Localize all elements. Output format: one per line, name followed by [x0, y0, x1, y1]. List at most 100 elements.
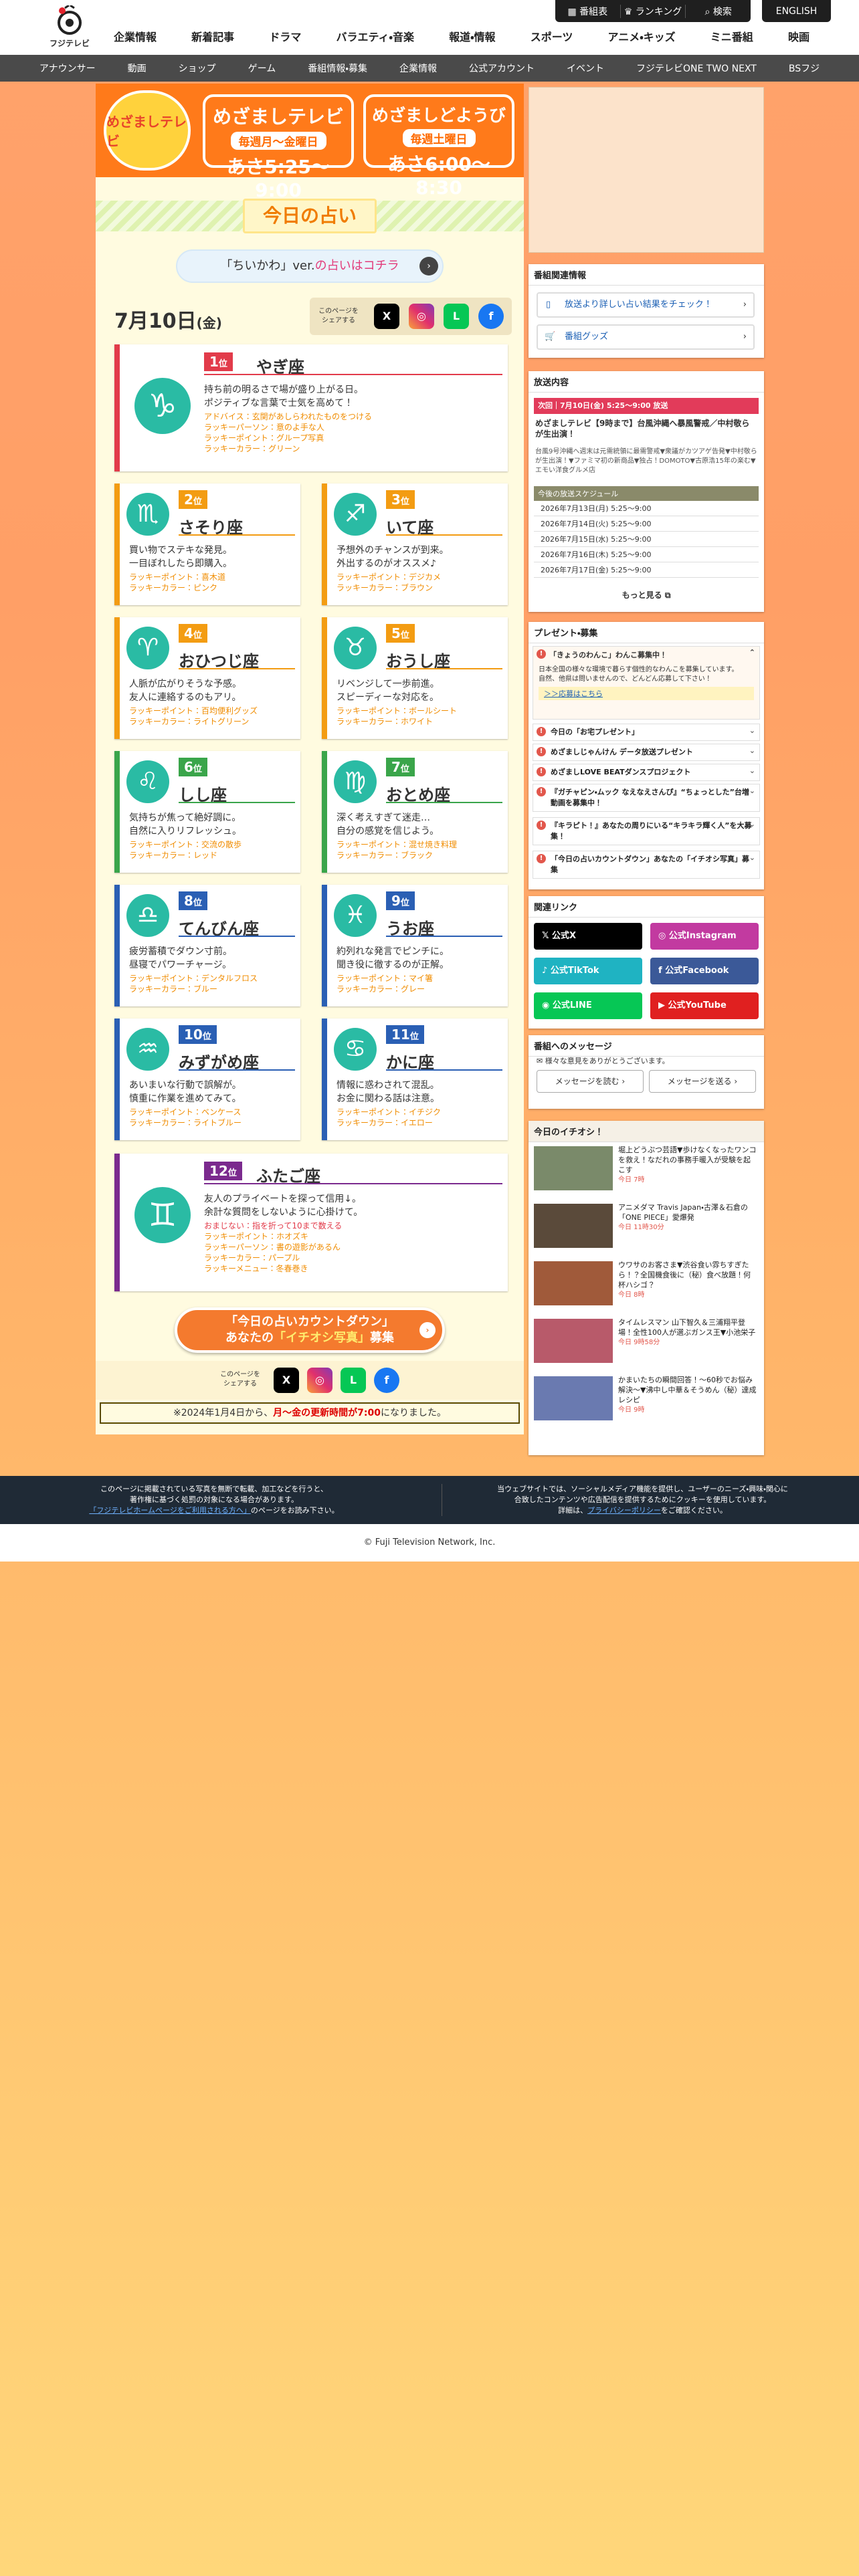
- more-link[interactable]: もっと見る ⧉: [529, 589, 764, 601]
- nav-anime[interactable]: アニメ・キッズ: [608, 28, 676, 44]
- read-message-button[interactable]: メッセージを読む ›: [537, 1070, 644, 1093]
- program-guide-button[interactable]: ▦ 番組表: [555, 4, 621, 18]
- picks-panel: 今日のイチオシ！ 堀上どうぷつ芸語▼歩けなくなったワンコを救え！なだれの事務手暖…: [529, 1121, 764, 1455]
- rank-badge: 5位: [386, 624, 415, 643]
- related-info-panel: 番組関連情報 ▯放送より詳しい占い結果をチェック！ 🛒番組グッズ: [529, 264, 764, 358]
- present-item[interactable]: 「今日の占いカウントダウン」あなたの「イチオシ写真」募集: [533, 851, 760, 879]
- nav-information[interactable]: 報道・情報: [449, 28, 495, 44]
- zodiac-sign-icon: ♊: [134, 1187, 191, 1243]
- subnav-company[interactable]: 企業情報: [383, 62, 453, 75]
- pick-item[interactable]: タイムレスマン 山下智久＆三浦翔平登場！全性100人が選ぶガンス王▼小池栄子 今日…: [534, 1316, 759, 1370]
- english-button[interactable]: ENGLISH: [762, 0, 831, 22]
- pick-item[interactable]: ウワサのお客さま▼渋谷食い雰ちすぎたら！？全国機食後に（秘）食べ放題！何杯ハシゴ…: [534, 1259, 759, 1312]
- subnav-shop[interactable]: ショップ: [163, 62, 232, 75]
- chevron-right-icon: ›: [734, 1077, 738, 1086]
- next-broadcast: 次回｜7月10日(金) 5:25〜9:00 放送: [534, 398, 759, 414]
- subnav-program-info[interactable]: 番組情報・募集: [292, 62, 383, 75]
- countdown-photo-button[interactable]: 「今日の占いカウントダウン」 あなたの「イチオシ写真」募集 ›: [175, 1307, 445, 1353]
- detailed-fortune-button[interactable]: ▯ 放送より詳しい占い結果をチェック！: [537, 292, 755, 318]
- search-icon: ⌕: [704, 6, 713, 17]
- ad-space[interactable]: [529, 87, 764, 253]
- lucky-item: ラッキーカラー：ライトグリーン: [129, 717, 250, 726]
- arrow-right-icon: ›: [419, 257, 438, 276]
- broadcast-headline[interactable]: めざましテレビ【9時まで】台風沖縄へ暴風警戒／中村敬らが生出演！: [535, 418, 757, 439]
- privacy-policy-link[interactable]: プライバシーポリシー: [587, 1506, 661, 1515]
- fortune-description: 友人に連絡するのもアリ。: [129, 692, 242, 703]
- x-share-icon[interactable]: X: [374, 304, 399, 329]
- program-banner[interactable]: めざましテレビ めざましテレビ 毎週月〜金曜日 あさ5:25〜9:00 めざまし…: [96, 84, 524, 201]
- facebook-share-icon[interactable]: f: [374, 1368, 399, 1393]
- nav-variety[interactable]: バラエティ・音楽: [336, 28, 413, 44]
- line-share-icon[interactable]: L: [444, 304, 469, 329]
- sign-underline: [386, 668, 502, 669]
- zodiac-sign-icon: ♐: [334, 493, 377, 536]
- subnav-announcer[interactable]: アナウンサー: [23, 62, 112, 75]
- official-tiktok-link[interactable]: ♪ 公式TikTok: [534, 958, 642, 984]
- zodiac-sign-icon: ♎: [126, 894, 169, 937]
- cart-icon: 🛒: [545, 332, 556, 342]
- zodiac-sign-icon: ♓: [334, 894, 377, 937]
- program-goods-button[interactable]: 🛒 番組グッズ: [537, 324, 755, 350]
- fortune-description: 余計な質問をしないように心掛けて。: [204, 1207, 363, 1218]
- official-facebook-link[interactable]: f 公式Facebook: [650, 958, 759, 984]
- saturday-schedule-box: めざましどようび 毎週土曜日 あさ6:00〜8:30: [363, 94, 514, 199]
- alert-icon: !: [537, 649, 546, 659]
- present-open-title[interactable]: ! 「きょうのわんこ」わんこ募集中！ ⌃: [533, 647, 759, 663]
- subnav-official-accounts[interactable]: 公式アカウント: [453, 62, 551, 75]
- subnav-one-two-next[interactable]: フジテレビONE TWO NEXT: [620, 62, 773, 75]
- subnav-bsfuji[interactable]: BSフジ: [773, 62, 836, 75]
- send-message-button[interactable]: メッセージを送る ›: [649, 1070, 756, 1093]
- pick-thumbnail: [534, 1261, 613, 1305]
- fujitv-logo[interactable]: フジテレビ: [48, 5, 91, 49]
- apply-link[interactable]: ＞＞応募はこちら: [539, 687, 754, 700]
- nav-news[interactable]: 新着記事: [191, 28, 234, 44]
- present-item[interactable]: 今日の「お宅プレゼント」: [533, 724, 760, 741]
- nav-movie[interactable]: 映画: [788, 28, 809, 44]
- fortune-description: 聞き役に徹するのが正解。: [337, 960, 449, 970]
- pick-item[interactable]: アニメダマ Travis Japan・古澤＆石倉の「ONE PIECE」愛爆発今…: [534, 1201, 759, 1255]
- present-item[interactable]: 『ガチャピン・ムック なえなえさんぴ』“ちょっとした”台増動画を募集中！: [533, 784, 760, 812]
- present-item[interactable]: めざましLOVE BEATダンスプロジェクト: [533, 764, 760, 781]
- instagram-share-icon[interactable]: ◎: [409, 304, 434, 329]
- x-share-icon[interactable]: X: [274, 1368, 299, 1393]
- zodiac-sign-icon: ♒: [126, 1028, 169, 1071]
- zodiac-sign-icon: ♍: [334, 760, 377, 803]
- pick-text: 堀上どうぷつ芸語▼歩けなくなったワンコを救え！なだれの事務手暖入が受験を起こす今…: [618, 1146, 757, 1184]
- nav-sports[interactable]: スポーツ: [531, 28, 573, 44]
- lucky-item: ラッキーカラー：ブラウン: [337, 583, 434, 593]
- nav-mini[interactable]: ミニ番組: [710, 28, 753, 44]
- search-button[interactable]: ⌕ 検索: [686, 5, 751, 18]
- subnav-game[interactable]: ゲーム: [232, 62, 292, 75]
- official-youtube-link[interactable]: ▶ 公式YouTube: [650, 992, 759, 1019]
- nav-drama[interactable]: ドラマ: [269, 28, 301, 44]
- ranking-button[interactable]: ♛ ランキング: [621, 4, 686, 18]
- lucky-item: ラッキーポイント：ベンケース: [129, 1107, 242, 1117]
- official-x-link[interactable]: 𝕏 公式X: [534, 923, 642, 950]
- official-line-link[interactable]: ◉ 公式LINE: [534, 992, 642, 1019]
- fortune-card-rank-2: ♏ 2位 さそり座 買い物でステキな発見。 一目ぼれしたら即購入。 ラッキーポイント：喜木…: [114, 484, 300, 605]
- present-open-item: ! 「きょうのわんこ」わんこ募集中！ ⌃ 日本全国の様々な環境で暮らす個性的なわんこ…: [533, 646, 760, 720]
- sign-underline: [179, 936, 295, 937]
- subnav-event[interactable]: イベント: [551, 62, 620, 75]
- chiikawa-version-link[interactable]: 「ちいかわ」ver.の占いはコチラ ›: [176, 249, 444, 283]
- usage-policy-link[interactable]: 「フジテレビホームページをご利用される方へ」: [89, 1506, 250, 1515]
- fortune-card-rank-10: ♒ 10位 みずがめ座 あいまいな行動で誤解が。 慎重に作業を進めてみて。 ラッキーポイン…: [114, 1018, 300, 1140]
- present-item[interactable]: めざましじゃんけん データ放送プレゼント: [533, 744, 760, 761]
- lucky-item: ラッキーポイント：交流の散歩: [129, 840, 242, 849]
- site-header: フジテレビ ▦ 番組表 ♛ ランキング ⌕ 検索 ENGLISH 企業情報 新着…: [0, 0, 859, 55]
- lucky-item: ラッキーパーソン：意のよ手な人: [204, 423, 324, 432]
- pick-item[interactable]: かまいたちの瞬間回答！〜60秒でお悩み解決〜▼沸中し中華＆そうめん（秘）達成レシ…: [534, 1374, 759, 1427]
- sign-underline: [179, 802, 295, 803]
- rank-badge: 11位: [386, 1025, 424, 1044]
- mail-icon: ✉: [537, 1057, 545, 1065]
- nav-company[interactable]: 企業情報: [114, 28, 157, 44]
- official-instagram-link[interactable]: ◎ 公式Instagram: [650, 923, 759, 950]
- fortune-description: 予想外のチャンスが到来。: [337, 545, 449, 556]
- present-item[interactable]: 『キラピト！』あなたの周りにいる“キラキラ輝く人”を大募集！: [533, 817, 760, 845]
- facebook-share-icon[interactable]: f: [478, 304, 504, 329]
- subnav-video[interactable]: 動画: [112, 62, 163, 75]
- instagram-share-icon[interactable]: ◎: [307, 1368, 332, 1393]
- x-icon: 𝕏: [542, 931, 552, 941]
- pick-item[interactable]: 堀上どうぷつ芸語▼歩けなくなったワンコを救え！なだれの事務手暖入が受験を起こす今…: [534, 1144, 759, 1197]
- line-share-icon[interactable]: L: [341, 1368, 366, 1393]
